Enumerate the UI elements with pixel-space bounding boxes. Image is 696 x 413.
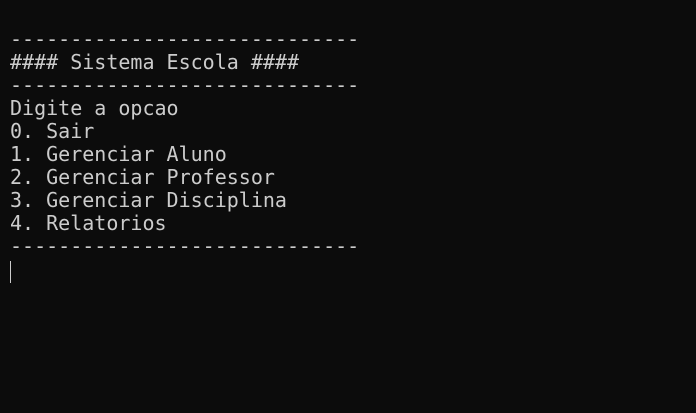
- menu-option-relatorios: 4. Relatorios: [10, 211, 167, 235]
- terminal-window[interactable]: ----------------------------- #### Siste…: [0, 0, 696, 413]
- input-line[interactable]: [10, 258, 696, 283]
- menu-option-sair: 0. Sair: [10, 119, 95, 143]
- separator-bottom: -----------------------------: [10, 234, 360, 258]
- menu-option-gerenciar-aluno: 1. Gerenciar Aluno: [10, 142, 227, 166]
- option-prompt: Digite a opcao: [10, 96, 179, 120]
- menu-option-gerenciar-professor: 2. Gerenciar Professor: [10, 165, 275, 189]
- text-cursor: [10, 261, 11, 283]
- menu-option-gerenciar-disciplina: 3. Gerenciar Disciplina: [10, 188, 287, 212]
- menu-title: #### Sistema Escola ####: [10, 50, 299, 74]
- separator-top: -----------------------------: [10, 27, 360, 51]
- separator-mid: -----------------------------: [10, 73, 360, 97]
